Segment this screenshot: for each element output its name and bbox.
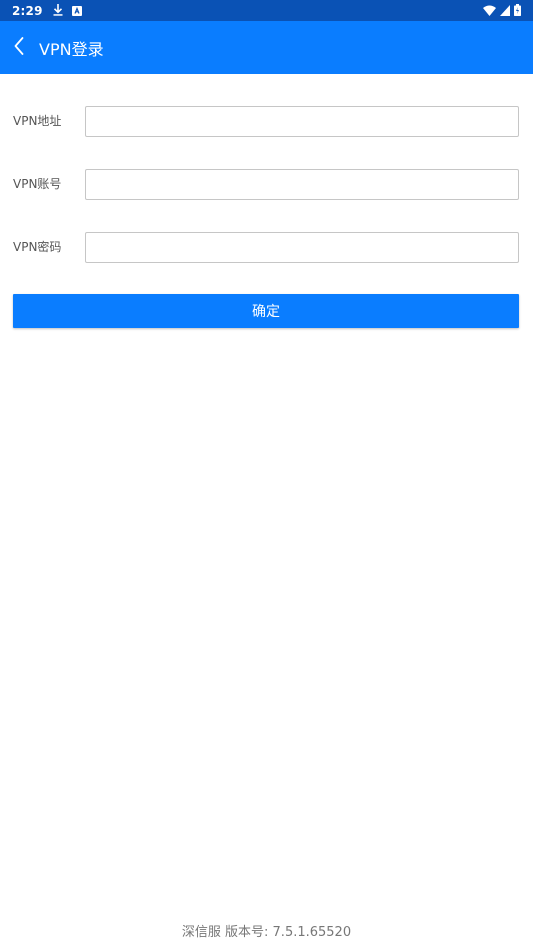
vpn-account-row: VPN账号	[0, 169, 533, 200]
status-bar: 2:29	[0, 0, 533, 21]
vpn-address-row: VPN地址	[0, 106, 533, 137]
vpn-account-label: VPN账号	[13, 177, 62, 191]
vpn-password-row: VPN密码	[0, 232, 533, 263]
app-bar: VPN登录	[0, 21, 533, 74]
status-right-icons	[483, 1, 521, 20]
status-left-icons	[53, 1, 82, 20]
vpn-password-input[interactable]	[85, 232, 519, 263]
confirm-button[interactable]: 确定	[13, 294, 519, 328]
chevron-left-icon	[14, 36, 24, 59]
version-footer: 深信服 版本号: 7.5.1.65520	[181, 925, 352, 940]
vpn-account-input[interactable]	[85, 169, 519, 200]
vpn-address-label: VPN地址	[13, 114, 62, 128]
vpn-address-input[interactable]	[85, 106, 519, 137]
page-title: VPN登录	[39, 39, 104, 59]
app-notification-icon	[71, 1, 82, 20]
cell-signal-icon	[500, 1, 510, 20]
vpn-password-label: VPN密码	[13, 240, 62, 254]
battery-icon	[514, 1, 521, 20]
download-icon	[53, 1, 63, 20]
back-button[interactable]	[0, 21, 38, 74]
status-time: 2:29	[12, 3, 43, 18]
wifi-icon	[483, 1, 496, 20]
